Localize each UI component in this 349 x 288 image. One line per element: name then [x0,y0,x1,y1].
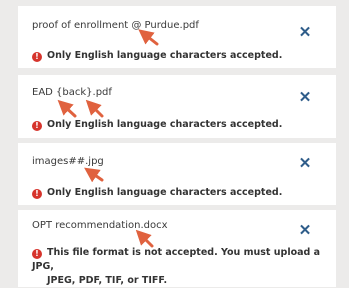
annotation-arrow [135,229,154,248]
annotation-arrow [57,99,77,118]
annotation-arrow [84,167,104,183]
annotation-arrows [57,29,159,248]
annotation-arrow [85,99,104,118]
annotation-arrow [138,29,159,46]
